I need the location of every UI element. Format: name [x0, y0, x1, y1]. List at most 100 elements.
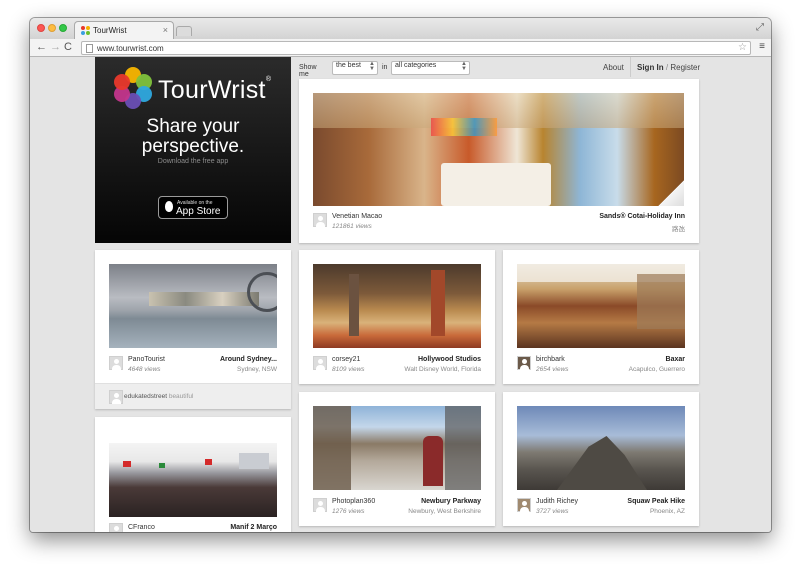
card-views: 8109 views [332, 366, 365, 373]
sort-select[interactable]: the best ▲ ▼ [332, 61, 378, 75]
category-select-value: all categories [395, 62, 437, 69]
card-views: 2654 views [536, 366, 569, 373]
select-arrows-icon: ▲ ▼ [369, 61, 375, 72]
registered-mark: ® [265, 76, 272, 83]
app-promo-panel: TourWrist® Share your perspective. Downl… [95, 57, 291, 243]
browser-menu-icon[interactable]: ≡ [759, 41, 765, 52]
card-username[interactable]: PanoTourist [128, 356, 165, 363]
minimize-window-icon[interactable] [48, 24, 56, 32]
panorama-thumbnail[interactable] [517, 406, 685, 490]
avatar[interactable] [313, 498, 327, 512]
page-viewport: TourWrist® Share your perspective. Downl… [30, 57, 771, 532]
nav-divider [630, 57, 631, 77]
tab-title: TourWrist [93, 26, 127, 35]
browser-window: TourWrist × ⤢ ← → C www.tourwrist.com ☆ … [30, 18, 771, 532]
address-bar[interactable]: www.tourwrist.com ☆ [81, 41, 751, 55]
panorama-card[interactable]: CFranco Manif 2 Março [95, 417, 291, 532]
panorama-thumbnail[interactable] [517, 264, 685, 348]
avatar[interactable] [109, 390, 123, 404]
close-tab-icon[interactable]: × [163, 25, 168, 35]
auth-links: Sign In / Register [637, 63, 700, 77]
card-location[interactable]: Phoenix, AZ [650, 508, 685, 515]
promo-subtext: Download the free app [157, 158, 229, 165]
card-username[interactable]: birchbark [536, 356, 565, 363]
panorama-card[interactable]: corsey21 8109 views Hollywood Studios Wa… [299, 250, 495, 384]
card-location[interactable]: Walt Disney World, Florida [404, 366, 481, 373]
zoom-window-icon[interactable] [59, 24, 67, 32]
card-location[interactable]: Acapulco, Guerrero [629, 366, 685, 373]
card-location[interactable]: Newbury, West Berkshire [408, 508, 481, 515]
panorama-thumbnail[interactable] [313, 93, 684, 206]
card-username[interactable]: corsey21 [332, 356, 360, 363]
tagline-line-1: Share your [146, 116, 240, 137]
comment-body: beautiful [168, 393, 194, 400]
card-location[interactable]: 路氹 [672, 223, 685, 233]
sign-in-link[interactable]: Sign In [637, 63, 664, 72]
card-views: 4648 views [128, 366, 161, 373]
panorama-card[interactable]: Judith Richey 3727 views Squaw Peak Hike… [503, 392, 699, 526]
avatar[interactable] [517, 356, 531, 370]
close-window-icon[interactable] [37, 24, 45, 32]
panorama-thumbnail[interactable] [313, 264, 481, 348]
page-curl [658, 180, 684, 206]
avatar[interactable] [109, 356, 123, 370]
sort-select-value: the best [336, 62, 361, 69]
page-icon [86, 44, 93, 53]
panorama-card[interactable]: PanoTourist 4648 views Around Sydney... … [95, 250, 291, 409]
card-location[interactable]: Sydney, NSW [237, 366, 277, 373]
card-title[interactable]: Squaw Peak Hike [627, 498, 685, 505]
comment-username[interactable]: edukatedstreet [124, 393, 167, 400]
card-views: 121861 views [332, 223, 372, 230]
comment-bar: edukatedstreet beautiful [95, 383, 291, 409]
app-store-button[interactable]: Available on the App Store [158, 196, 228, 219]
card-title[interactable]: Around Sydney... [220, 356, 277, 363]
card-title[interactable]: Hollywood Studios [418, 356, 481, 363]
card-views: 1276 views [332, 508, 365, 515]
card-username[interactable]: Photoplan360 [332, 498, 375, 505]
fullscreen-icon[interactable]: ⤢ [756, 22, 764, 33]
tourwrist-favicon-icon [81, 26, 90, 35]
avatar[interactable] [517, 498, 531, 512]
apple-icon [165, 201, 173, 212]
tab-strip: TourWrist × ⤢ [30, 18, 771, 39]
card-username[interactable]: Venetian Macao [332, 213, 382, 220]
select-arrows-icon: ▲ ▼ [461, 61, 467, 72]
show-me-label: Show me [299, 64, 317, 78]
tagline-line-2: perspective. [141, 136, 245, 157]
auth-divider: / [665, 63, 669, 72]
comment-text: edukatedstreet beautiful [124, 393, 193, 400]
about-link[interactable]: About [603, 63, 624, 77]
panorama-thumbnail[interactable] [109, 264, 277, 348]
browser-toolbar: ← → C www.tourwrist.com ☆ ≡ [30, 39, 771, 57]
avatar[interactable] [109, 523, 123, 532]
promo-tagline: Share your perspective. [95, 117, 291, 157]
category-select[interactable]: all categories ▲ ▼ [391, 61, 470, 75]
panorama-thumbnail[interactable] [109, 443, 277, 517]
avatar[interactable] [313, 213, 327, 227]
flower-logo-icon [112, 67, 154, 109]
card-title[interactable]: Sands® Cotai-Holiday Inn [599, 213, 685, 220]
new-tab-button[interactable] [176, 26, 192, 36]
card-username[interactable]: Judith Richey [536, 498, 578, 505]
url-text: www.tourwrist.com [97, 44, 164, 53]
panorama-thumbnail[interactable] [313, 406, 481, 490]
panorama-card[interactable]: Venetian Macao 121861 views Sands® Cotai… [299, 79, 699, 243]
panorama-card[interactable]: birchbark 2654 views Baxar Acapulco, Gue… [503, 250, 699, 384]
card-title[interactable]: Newbury Parkway [421, 498, 481, 505]
app-store-label: App Store [176, 206, 221, 217]
tourwrist-logo[interactable]: TourWrist® [112, 67, 282, 111]
logo-text: TourWrist [158, 76, 266, 104]
register-link[interactable]: Register [670, 63, 700, 72]
browser-tab[interactable]: TourWrist × [74, 21, 174, 39]
avatar[interactable] [313, 356, 327, 370]
bookmark-star-icon[interactable]: ☆ [738, 42, 747, 53]
forward-icon[interactable]: → [50, 41, 61, 54]
card-username[interactable]: CFranco [128, 524, 155, 531]
card-title[interactable]: Baxar [666, 356, 685, 363]
in-label: in [382, 64, 388, 71]
reload-icon[interactable]: C [64, 41, 72, 54]
panorama-card[interactable]: Photoplan360 1276 views Newbury Parkway … [299, 392, 495, 526]
card-title[interactable]: Manif 2 Março [230, 524, 277, 531]
card-views: 3727 views [536, 508, 569, 515]
back-icon[interactable]: ← [36, 41, 47, 54]
